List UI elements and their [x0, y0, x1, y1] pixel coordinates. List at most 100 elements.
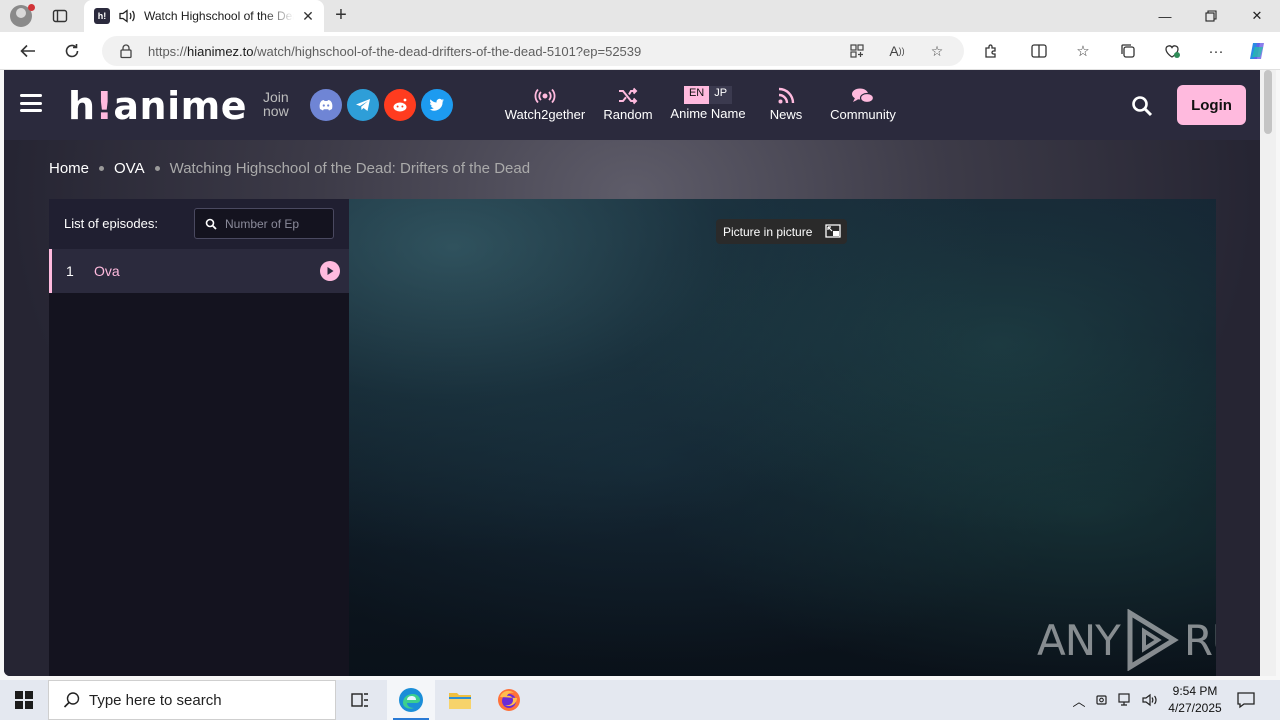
breadcrumb-separator [154, 166, 160, 171]
meet-now-icon[interactable] [1090, 693, 1114, 707]
extensions-icon[interactable] [980, 40, 1002, 62]
search-icon[interactable] [1130, 94, 1154, 118]
watch2gether-link[interactable]: Watch2gether [503, 85, 587, 122]
browser-toolbar: https://hianimez.to/watch/highschool-of-… [0, 32, 1280, 70]
edge-icon[interactable] [387, 680, 435, 720]
watermark-right: RUN [1183, 615, 1216, 665]
login-button[interactable]: Login [1177, 85, 1246, 125]
site-logo[interactable]: h!anime [68, 84, 247, 128]
episode-name: Ova [94, 263, 120, 279]
address-bar[interactable]: https://hianimez.to/watch/highschool-of-… [102, 36, 964, 66]
taskbar-search[interactable]: Type here to search [48, 680, 336, 720]
breadcrumb: Home OVA Watching Highschool of the Dead… [49, 160, 530, 177]
community-label: Community [830, 107, 896, 122]
task-view-icon[interactable] [336, 680, 384, 720]
clock-time: 9:54 PM [1172, 684, 1218, 698]
join-line-1: Join [263, 89, 289, 105]
window-controls: — ✕ [1142, 0, 1280, 32]
watermark-left: ANY [1037, 615, 1121, 665]
back-icon[interactable] [16, 39, 40, 63]
episode-list-panel: List of episodes: 1 Ova [49, 199, 349, 676]
episode-item[interactable]: 1 Ova [49, 249, 349, 293]
minimize-icon[interactable]: — [1142, 0, 1188, 32]
refresh-icon[interactable] [60, 39, 84, 63]
breadcrumb-separator [99, 166, 105, 171]
tab-strip: h! Watch Highschool of the Dead: Drifter… [0, 0, 1280, 32]
scrollbar-thumb[interactable] [1264, 70, 1272, 134]
firefox-icon[interactable] [485, 680, 533, 720]
menu-icon[interactable] [20, 94, 42, 112]
watermark-play-icon [1127, 609, 1179, 671]
anime-name-label: Anime Name [670, 106, 746, 121]
split-screen-icon[interactable] [1028, 40, 1050, 62]
lang-en[interactable]: EN [683, 86, 710, 104]
lock-icon[interactable] [118, 43, 134, 59]
discord-icon[interactable] [310, 89, 342, 121]
news-link[interactable]: News [768, 85, 804, 122]
broadcast-icon [534, 85, 556, 107]
url-text[interactable]: https://hianimez.to/watch/highschool-of-… [148, 44, 641, 59]
join-line-2: now [263, 103, 289, 119]
read-aloud-icon[interactable]: A)) [888, 42, 906, 60]
pip-icon [825, 224, 841, 238]
anime-name-toggle[interactable]: EN JP Anime Name [668, 84, 748, 121]
breadcrumb-current: Watching Highschool of the Dead: Drifter… [169, 160, 531, 177]
network-icon[interactable] [1114, 693, 1138, 707]
watch2gether-label: Watch2gether [504, 107, 586, 122]
page-scrollbar[interactable] [1260, 70, 1276, 676]
notification-icon[interactable] [1236, 690, 1256, 710]
chat-bubbles-icon [851, 85, 875, 107]
site-favicon-icon: h! [94, 8, 110, 24]
close-window-icon[interactable]: ✕ [1234, 0, 1280, 32]
twitter-icon[interactable] [421, 89, 453, 121]
tab-actions-icon[interactable] [50, 6, 70, 26]
reddit-icon[interactable] [384, 89, 416, 121]
breadcrumb-category[interactable]: OVA [114, 160, 145, 177]
web-page: h!anime Join now Watch2gether Random EN … [4, 70, 1260, 676]
volume-icon[interactable] [1138, 693, 1162, 707]
show-hidden-icons-icon[interactable]: ︿ [1068, 691, 1090, 710]
browser-essentials-icon[interactable] [1161, 40, 1183, 62]
lang-jp[interactable]: JP [709, 86, 733, 104]
profile-notification-dot [28, 4, 35, 11]
community-link[interactable]: Community [826, 85, 900, 122]
new-tab-icon[interactable]: + [330, 4, 352, 28]
file-explorer-icon[interactable] [436, 680, 484, 720]
video-player[interactable]: Picture in picture ANY RUN [349, 199, 1216, 676]
play-icon[interactable] [320, 261, 340, 281]
language-switch[interactable]: EN JP [683, 86, 733, 104]
favorite-icon[interactable]: ☆ [928, 42, 946, 60]
taskbar-search-placeholder: Type here to search [89, 691, 222, 709]
join-now-text: Join now [263, 90, 289, 118]
search-icon [63, 691, 81, 709]
episode-number: 1 [66, 263, 74, 279]
collections-icon[interactable] [1117, 40, 1139, 62]
favorites-icon[interactable]: ☆ [1072, 40, 1094, 62]
browser-window: h! Watch Highschool of the Dead: Drifter… [0, 0, 1280, 680]
site-header: h!anime Join now Watch2gether Random EN … [4, 70, 1260, 140]
tab-title: Watch Highschool of the Dead: Drifters o… [144, 9, 294, 23]
rss-icon [777, 85, 795, 107]
episode-list-header: List of episodes: [49, 199, 349, 249]
browser-tab[interactable]: h! Watch Highschool of the Dead: Drifter… [84, 0, 324, 32]
breadcrumb-home[interactable]: Home [49, 160, 89, 177]
random-link[interactable]: Random [601, 85, 655, 122]
telegram-icon[interactable] [347, 89, 379, 121]
speaker-icon[interactable] [118, 8, 136, 24]
episode-search[interactable] [194, 208, 334, 239]
more-icon[interactable]: ··· [1205, 40, 1227, 62]
taskbar-clock[interactable]: 9:54 PM 4/27/2025 [1162, 683, 1228, 717]
windows-start-icon[interactable] [0, 680, 48, 720]
close-icon[interactable]: ✕ [300, 8, 316, 25]
restore-icon[interactable] [1188, 0, 1234, 32]
copilot-icon[interactable] [1246, 40, 1268, 62]
episode-search-input[interactable] [225, 215, 329, 233]
app-available-icon[interactable] [848, 42, 866, 60]
episode-list-title: List of episodes: [64, 216, 158, 231]
clock-date: 4/27/2025 [1168, 701, 1222, 715]
search-icon [205, 217, 217, 230]
windows-taskbar: Type here to search ︿ 9:54 PM 4/27/2025 [0, 680, 1280, 720]
news-label: News [769, 107, 803, 122]
picture-in-picture-button[interactable]: Picture in picture [716, 219, 847, 244]
random-label: Random [603, 107, 653, 122]
